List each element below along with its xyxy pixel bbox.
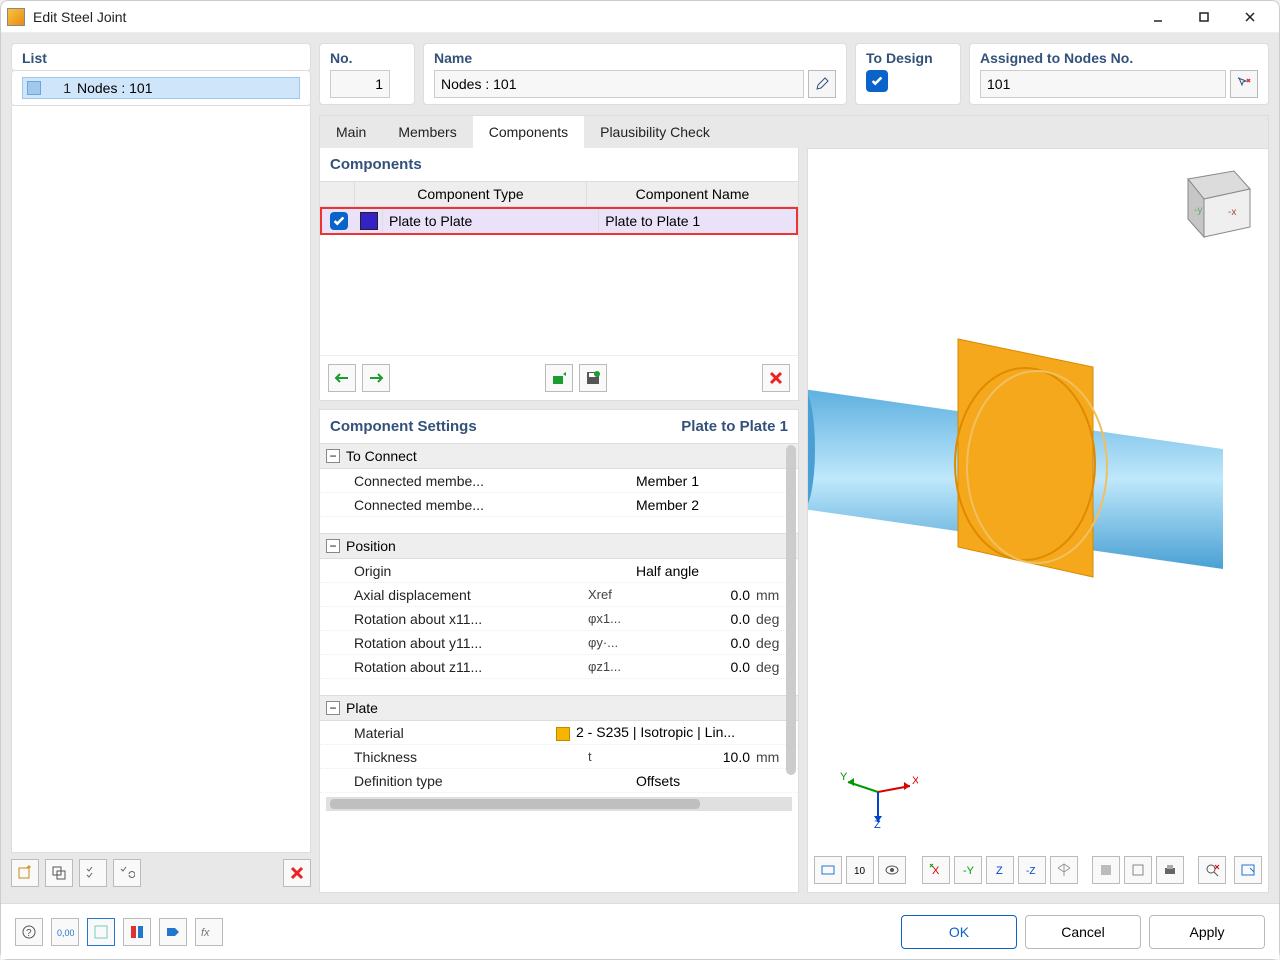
vp-iso-button[interactable] xyxy=(1050,856,1078,884)
import-button[interactable] xyxy=(545,364,573,392)
vp-zoom-out-button[interactable] xyxy=(1198,856,1226,884)
component-type: Plate to Plate xyxy=(382,209,598,233)
minimize-button[interactable] xyxy=(1135,3,1181,31)
ok-button[interactable]: OK xyxy=(901,915,1017,949)
list-empty-area xyxy=(11,106,311,853)
svg-text:Z: Z xyxy=(996,865,1003,877)
group-position: Position xyxy=(346,538,396,554)
list-item-num: 1 xyxy=(47,80,71,96)
save-button[interactable] xyxy=(579,364,607,392)
svg-text:0,00: 0,00 xyxy=(57,928,74,938)
list-swatch-icon xyxy=(27,81,41,95)
vp-axis-z-button[interactable]: Z xyxy=(986,856,1014,884)
list-item[interactable]: 1 Nodes : 101 xyxy=(22,77,300,99)
components-heading: Components xyxy=(330,156,422,173)
component-name: Plate to Plate 1 xyxy=(598,209,796,233)
vp-window-button[interactable] xyxy=(1234,856,1262,884)
view-cube[interactable]: -y -x xyxy=(1168,159,1258,245)
assigned-field[interactable] xyxy=(980,70,1226,98)
tab-plausibility[interactable]: Plausibility Check xyxy=(584,116,726,148)
component-enabled-checkbox[interactable] xyxy=(330,212,348,230)
component-color-swatch xyxy=(360,212,378,230)
color-button[interactable] xyxy=(123,918,151,946)
svg-text:Z: Z xyxy=(874,819,881,828)
frame-button[interactable] xyxy=(87,918,115,946)
units-button[interactable]: 0,00 xyxy=(51,918,79,946)
svg-text:10: 10 xyxy=(854,866,866,877)
tab-members[interactable]: Members xyxy=(382,116,472,148)
svg-text:-Z: -Z xyxy=(1026,866,1035,877)
model-render xyxy=(807,329,1223,599)
delete-component-button[interactable] xyxy=(762,364,790,392)
svg-text:?: ? xyxy=(26,928,32,939)
svg-text:-x: -x xyxy=(1228,207,1236,218)
group-to-connect: To Connect xyxy=(346,448,417,464)
name-field[interactable] xyxy=(434,70,804,98)
delete-button[interactable] xyxy=(283,859,311,887)
svg-text:-Y: -Y xyxy=(963,865,975,877)
tabs: Main Members Components Plausibility Che… xyxy=(319,115,1269,148)
no-label: No. xyxy=(330,50,404,70)
svg-text:Y: Y xyxy=(840,772,848,783)
move-up-button[interactable] xyxy=(328,364,356,392)
vp-axis-y-button[interactable]: -Y xyxy=(954,856,982,884)
help-button[interactable]: ? xyxy=(15,918,43,946)
axis-gizmo: X Y Z xyxy=(838,772,918,828)
settings-heading: Component Settings xyxy=(330,418,477,435)
no-field[interactable] xyxy=(330,70,390,98)
assigned-label: Assigned to Nodes No. xyxy=(980,50,1258,70)
components-header: Component Type Component Name xyxy=(320,181,798,207)
svg-text:X: X xyxy=(912,775,918,787)
vp-measure-button[interactable] xyxy=(814,856,842,884)
vp-text-button[interactable]: 10 xyxy=(846,856,874,884)
todesign-label: To Design xyxy=(866,50,950,70)
apply-button[interactable]: Apply xyxy=(1149,915,1265,949)
fx-button[interactable]: fx xyxy=(195,918,223,946)
app-icon xyxy=(7,8,25,26)
maximize-button[interactable] xyxy=(1181,3,1227,31)
collapse-toggle[interactable]: − xyxy=(326,449,340,463)
titlebar: Edit Steel Joint xyxy=(1,1,1279,33)
new-button[interactable] xyxy=(11,859,39,887)
list-item-label: Nodes : 101 xyxy=(77,80,153,96)
viewport-toolbar: 10 X -Y Z -Z xyxy=(814,854,1262,886)
col-component-type: Component Type xyxy=(354,182,586,206)
checklist-refresh-button[interactable] xyxy=(113,859,141,887)
tab-main[interactable]: Main xyxy=(320,116,382,148)
close-button[interactable] xyxy=(1227,3,1273,31)
svg-text:-y: -y xyxy=(1194,205,1202,216)
svg-text:fx: fx xyxy=(201,927,210,939)
material-swatch-icon xyxy=(556,727,570,741)
checklist-left-button[interactable] xyxy=(79,859,107,887)
vp-print-button[interactable] xyxy=(1156,856,1184,884)
collapse-toggle[interactable]: − xyxy=(326,539,340,553)
group-plate: Plate xyxy=(346,700,378,716)
col-component-name: Component Name xyxy=(586,182,798,206)
tag-button[interactable] xyxy=(159,918,187,946)
settings-subtitle: Plate to Plate 1 xyxy=(681,418,788,435)
cancel-button[interactable]: Cancel xyxy=(1025,915,1141,949)
name-label: Name xyxy=(434,50,836,70)
footer: ? 0,00 fx OK Cancel Apply xyxy=(1,903,1279,959)
vp-shade-button[interactable] xyxy=(1092,856,1120,884)
vp-wire-button[interactable] xyxy=(1124,856,1152,884)
move-down-button[interactable] xyxy=(362,364,390,392)
list-heading: List xyxy=(22,50,300,70)
3d-viewport[interactable]: -y -x X Y Z 10 xyxy=(807,148,1269,893)
tab-components[interactable]: Components xyxy=(473,116,584,148)
copy-button[interactable] xyxy=(45,859,73,887)
vp-visibility-button[interactable] xyxy=(878,856,906,884)
collapse-toggle[interactable]: − xyxy=(326,701,340,715)
pick-node-button[interactable] xyxy=(1230,70,1258,98)
vertical-scrollbar[interactable] xyxy=(786,445,796,775)
todesign-checkbox[interactable] xyxy=(866,70,888,92)
vp-axis-neg-z-button[interactable]: -Z xyxy=(1018,856,1046,884)
component-row[interactable]: Plate to Plate Plate to Plate 1 xyxy=(320,207,798,235)
vp-axis-x-button[interactable]: X xyxy=(922,856,950,884)
edit-name-button[interactable] xyxy=(808,70,836,98)
dialog-window: Edit Steel Joint List 1 Nodes : 101 xyxy=(0,0,1280,960)
horizontal-scrollbar[interactable] xyxy=(326,797,792,811)
window-title: Edit Steel Joint xyxy=(33,9,1135,25)
